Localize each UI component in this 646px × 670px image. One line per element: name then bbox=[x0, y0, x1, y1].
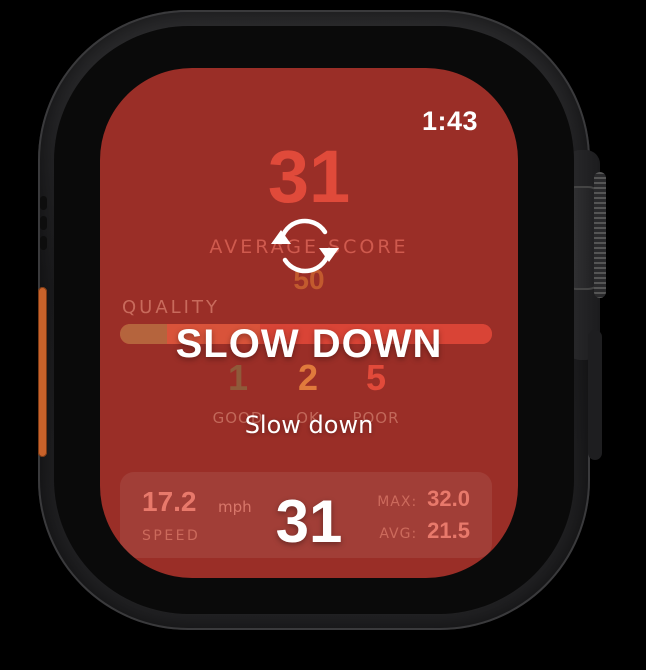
sync-icon bbox=[271, 218, 339, 274]
overlay-title: SLOW DOWN bbox=[175, 322, 443, 366]
quality-label: QUALITY bbox=[122, 297, 220, 318]
current-score: 31 bbox=[267, 135, 351, 218]
action-button[interactable] bbox=[38, 287, 47, 457]
speaker-hole bbox=[40, 236, 47, 250]
side-button[interactable] bbox=[588, 330, 602, 460]
watch-screen: 1:43 31 AVERAGE SCORE 50 QUALITY 1 2 5 G… bbox=[100, 68, 518, 578]
watch-stage: 1:43 31 AVERAGE SCORE 50 QUALITY 1 2 5 G… bbox=[0, 0, 646, 670]
speaker-hole bbox=[40, 216, 47, 230]
status-time: 1:43 bbox=[421, 106, 478, 136]
overlay-subtitle: Slow down bbox=[244, 411, 374, 439]
speaker-hole bbox=[40, 196, 47, 210]
digital-crown-ridges[interactable] bbox=[594, 172, 606, 298]
overlay-score: 31 bbox=[275, 488, 343, 555]
